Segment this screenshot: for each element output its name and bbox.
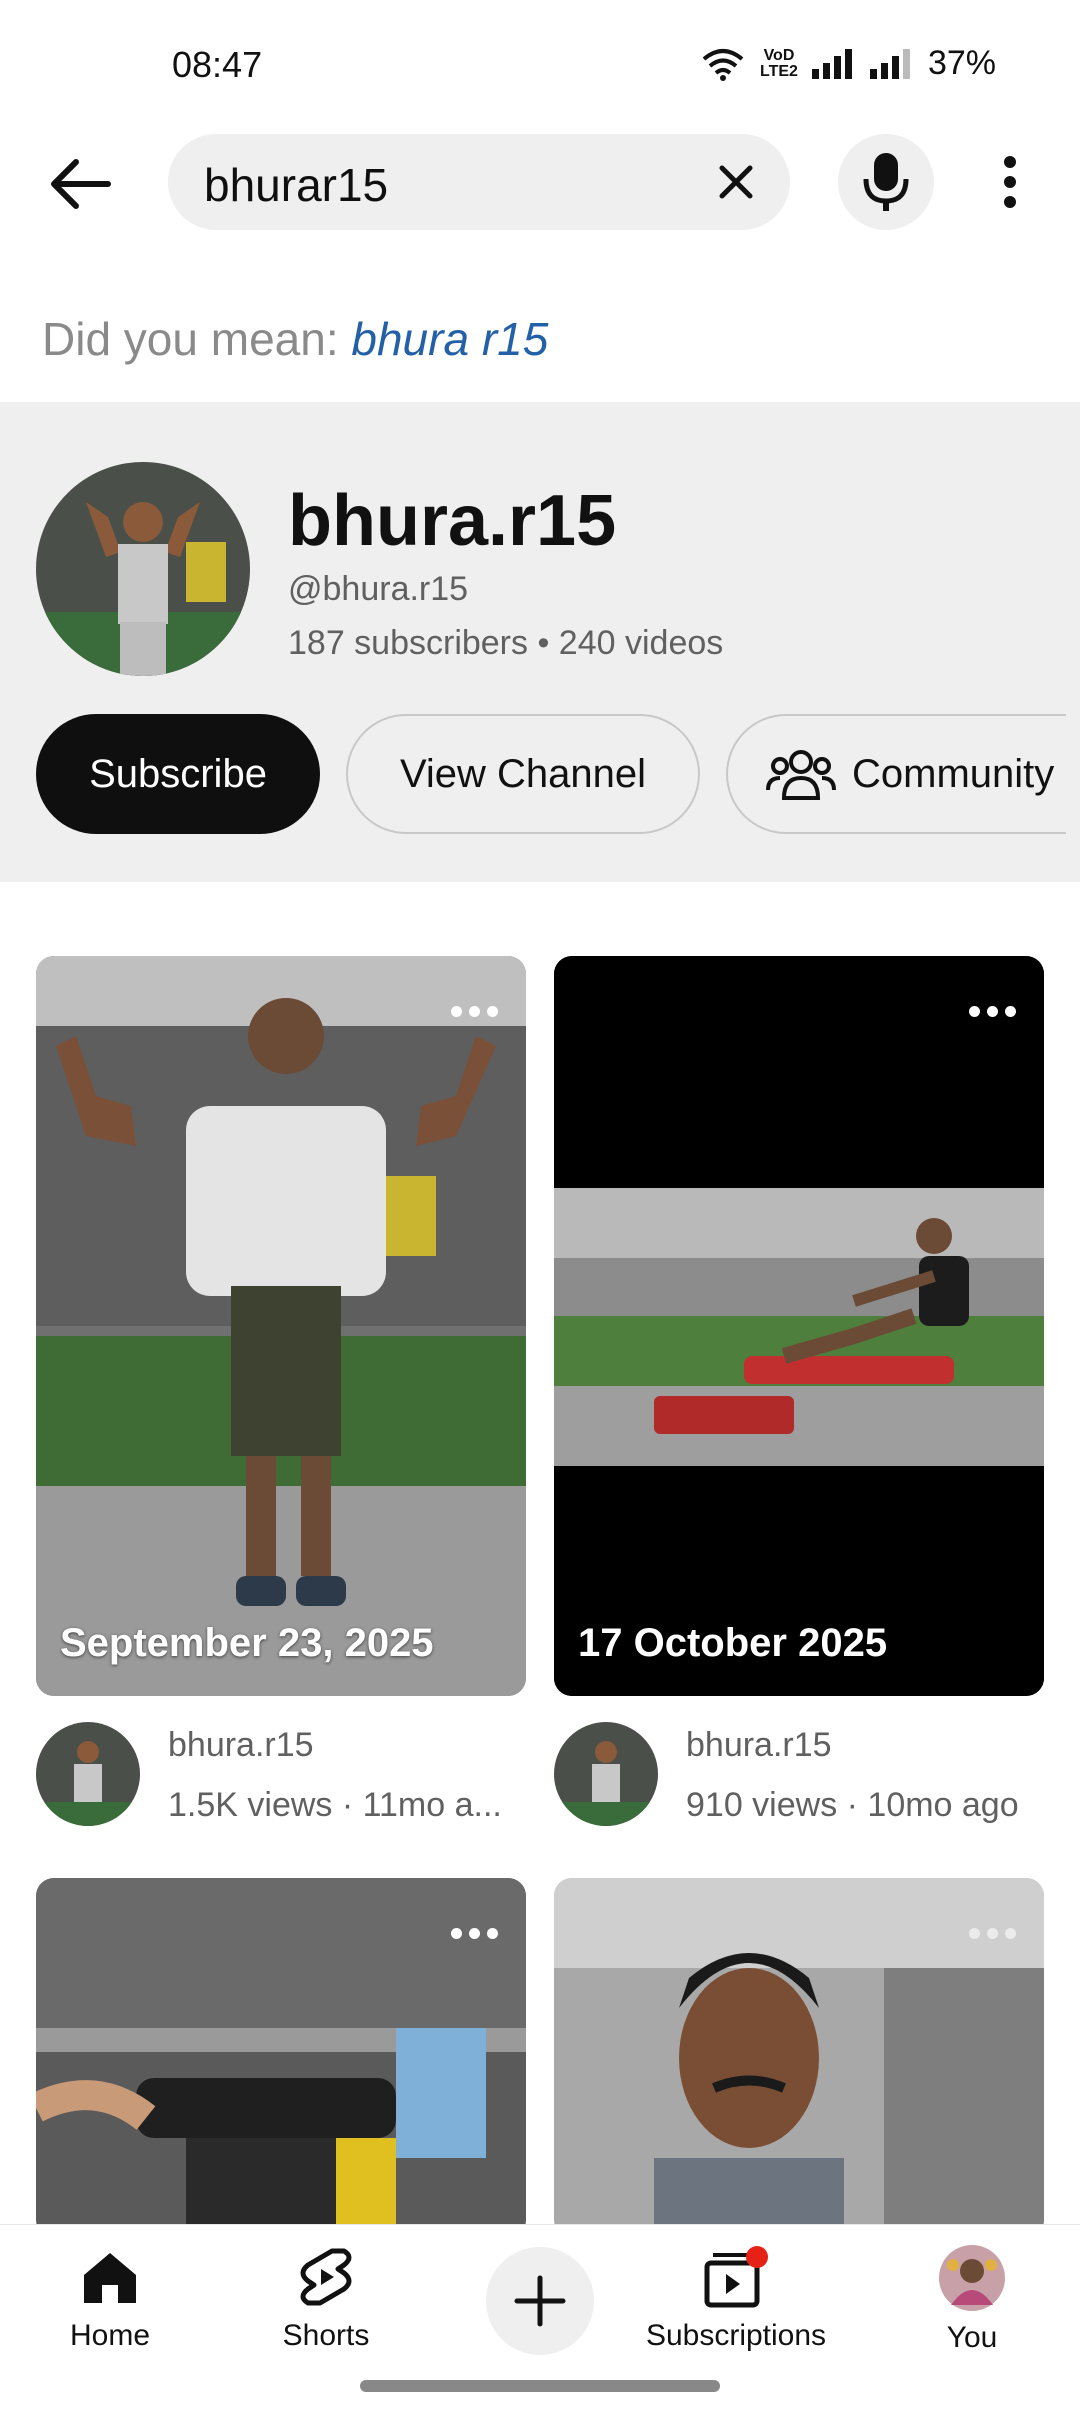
did-you-mean-prefix: Did you mean:	[42, 313, 352, 365]
shorts-icon	[300, 2248, 352, 2306]
search-input[interactable]: bhurar15	[168, 134, 790, 230]
community-button[interactable]: Community	[726, 714, 1066, 834]
close-icon	[719, 165, 753, 199]
video-menu-1[interactable]	[451, 1006, 498, 1017]
video-channel-avatar-2[interactable]	[554, 1722, 658, 1826]
video-channel-name-1[interactable]: bhura.r15	[168, 1726, 314, 1765]
video-menu-2[interactable]	[969, 1006, 1016, 1017]
subscribe-button[interactable]: Subscribe	[36, 714, 320, 834]
did-you-mean-suggestion-link[interactable]: bhura r15	[351, 313, 548, 365]
nav-you[interactable]: You	[922, 2245, 1022, 2355]
nav-you-label: You	[946, 2321, 998, 2354]
thumbnail-image-gym-2	[554, 956, 1044, 1696]
subscriptions-icon	[704, 2246, 768, 2308]
home-indicator[interactable]	[360, 2380, 720, 2392]
back-button[interactable]	[46, 148, 118, 220]
search-query-text: bhurar15	[204, 159, 389, 211]
wifi-icon	[702, 48, 744, 81]
nav-subscriptions[interactable]: Subscriptions	[646, 2245, 826, 2353]
nav-home-label: Home	[69, 2319, 151, 2352]
signal-icon-1	[811, 48, 852, 79]
video-meta-2: 910 views · 10mo ago	[686, 1786, 1019, 1824]
video-thumbnail-2[interactable]: 17 October 2025	[554, 956, 1044, 1696]
nav-shorts-label: Shorts	[282, 2319, 370, 2352]
channel-stats: 187 subscribers • 240 videos	[288, 624, 724, 662]
channel-handle: @bhura.r15	[288, 570, 469, 608]
video-channel-avatar-1[interactable]	[36, 1722, 140, 1826]
nav-home[interactable]: Home	[60, 2245, 160, 2353]
nav-subscriptions-label: Subscriptions	[645, 2319, 827, 2352]
thumbnail-image-gym-1	[36, 956, 526, 1696]
view-channel-button[interactable]: View Channel	[346, 714, 700, 834]
status-time: 08:47	[172, 44, 263, 85]
people-icon	[766, 750, 836, 800]
home-icon	[84, 2253, 136, 2303]
clear-search-button[interactable]	[712, 158, 760, 206]
nav-shorts[interactable]: Shorts	[266, 2245, 386, 2353]
video-menu-4[interactable]	[969, 1928, 1016, 1939]
more-options-button[interactable]	[990, 150, 1030, 214]
microphone-icon	[863, 153, 909, 211]
channel-name[interactable]: bhura.r15	[288, 480, 616, 562]
plus-icon	[514, 2275, 566, 2327]
status-icons: VoD LTE2 37%	[700, 44, 996, 83]
video-thumbnail-4[interactable]	[554, 1878, 1044, 2238]
volte-icon: VoD LTE2	[760, 46, 798, 80]
signal-icon-2	[869, 48, 910, 79]
community-label: Community	[852, 751, 1055, 796]
video-thumbnail-1[interactable]: September 23, 2025	[36, 956, 526, 1696]
did-you-mean: Did you mean: bhura r15	[42, 312, 548, 366]
voice-search-button[interactable]	[838, 134, 934, 230]
video-thumbnail-3[interactable]	[36, 1878, 526, 2238]
video-channel-name-2[interactable]: bhura.r15	[686, 1726, 832, 1765]
create-button[interactable]	[486, 2247, 594, 2355]
channel-result-card[interactable]: bhura.r15 @bhura.r15 187 subscribers • 2…	[0, 402, 1080, 882]
battery-text: 37%	[927, 44, 996, 82]
video-meta-1: 1.5K views · 11mo a...	[168, 1786, 502, 1824]
avatar-photo	[36, 462, 250, 676]
arrow-left-icon	[51, 159, 111, 209]
profile-avatar-icon	[939, 2245, 1005, 2311]
video-date-1: September 23, 2025	[60, 1621, 434, 1665]
video-date-2: 17 October 2025	[578, 1621, 888, 1665]
video-menu-3[interactable]	[451, 1928, 498, 1939]
channel-avatar[interactable]	[36, 462, 250, 676]
